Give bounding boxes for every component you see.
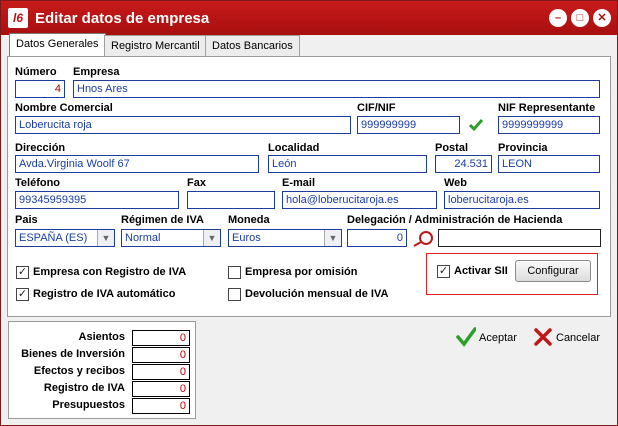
devolucion-mensual-label: Devolución mensual de IVA [245,288,389,300]
chevron-down-icon[interactable]: ▼ [203,230,220,246]
empresa-registro-iva-checkbox[interactable]: ✓ [16,266,29,279]
app-logo-icon: l6 [8,8,28,28]
web-label: Web [444,177,468,189]
nif-representante-field[interactable]: 9999999999 [498,116,600,134]
empresa-omision-label: Empresa por omisión [245,266,358,278]
count-value: 0 [132,364,190,380]
count-label: Asientos [78,331,125,343]
postal-label: Postal [435,142,469,154]
telefono-label: Teléfono [15,177,61,189]
chevron-down-icon[interactable]: ▼ [97,230,114,246]
restore-icon[interactable]: □ [571,9,589,27]
email-field[interactable]: hola@loberucitaroja.es [282,191,437,209]
empresa-registro-iva-label: Empresa con Registro de IVA [33,266,187,278]
empresa-label: Empresa [73,66,120,78]
email-label: E-mail [282,177,316,189]
activar-sii-label: Activar SII [454,265,508,277]
fax-field[interactable] [187,191,275,209]
telefono-field[interactable]: 99345959395 [15,191,179,209]
count-value: 0 [132,398,190,414]
numero-field[interactable]: 4 [15,80,65,98]
pais-label: Pais [15,214,38,226]
tab-registro-mercantil[interactable]: Registro Mercantil [104,35,207,56]
close-icon[interactable]: ✕ [593,9,611,27]
regimen-iva-value: Normal [125,232,161,244]
chevron-down-icon[interactable]: ▼ [324,230,341,246]
localidad-label: Localidad [268,142,320,154]
delegacion-name-field[interactable] [438,229,601,247]
numero-label: Número [15,66,57,78]
delegacion-code-field[interactable]: 0 [347,229,407,247]
localidad-field[interactable]: León [268,155,427,173]
count-value: 0 [132,347,190,363]
cif-valid-check-icon [468,119,484,132]
tab-datos-generales[interactable]: Datos Generales [9,33,106,56]
direccion-label: Dirección [15,142,66,154]
moneda-value: Euros [232,232,261,244]
tab-datos-bancarios[interactable]: Datos Bancarios [205,35,300,56]
regimen-iva-select[interactable]: Normal ▼ [121,229,221,247]
accept-label: Aceptar [479,332,517,344]
web-field[interactable]: loberucitaroja.es [444,191,600,209]
accept-button[interactable]: Aceptar [456,327,526,349]
cancel-label: Cancelar [556,332,601,344]
empresa-omision-checkbox[interactable] [228,266,241,279]
cross-icon [534,328,552,346]
registro-iva-auto-checkbox[interactable]: ✓ [16,288,29,301]
empresa-field[interactable]: Hnos Ares [73,80,600,98]
postal-field[interactable]: 24.531 [435,155,492,173]
nombre-comercial-field[interactable]: Loberucita roja [15,116,351,134]
count-label: Presupuestos [52,399,125,411]
configurar-button[interactable]: Configurar [515,260,591,282]
nombre-comercial-label: Nombre Comercial [15,102,113,114]
cancel-button[interactable]: Cancelar [533,327,608,349]
delegacion-label: Delegación / Administración de Hacienda [347,214,563,226]
dialog-window: l6 Editar datos de empresa – □ ✕ Datos G… [0,0,618,426]
checkmark-icon [456,327,476,347]
count-label: Registro de IVA [43,382,125,394]
direccion-field[interactable]: Avda.Virginia Woolf 67 [15,155,259,173]
cif-field[interactable]: 999999999 [357,116,460,134]
provincia-field[interactable]: LEON [498,155,600,173]
count-label: Efectos y recibos [33,365,125,377]
registro-iva-auto-label: Registro de IVA automático [33,288,176,300]
window-title: Editar datos de empresa [35,10,210,27]
fax-label: Fax [187,177,206,189]
cif-label: CIF/NIF [357,102,396,114]
title-bar: l6 Editar datos de empresa – □ ✕ [1,1,617,35]
pais-select[interactable]: ESPAÑA (ES) ▼ [15,229,115,247]
activar-sii-checkbox[interactable]: ✓ [437,265,450,278]
moneda-select[interactable]: Euros ▼ [228,229,342,247]
count-value: 0 [132,381,190,397]
regimen-iva-label: Régimen de IVA [121,214,204,226]
count-value: 0 [132,330,190,346]
provincia-label: Provincia [498,142,548,154]
count-label: Bienes de Inversión [21,348,125,360]
moneda-label: Moneda [228,214,270,226]
devolucion-mensual-checkbox[interactable] [228,288,241,301]
nif-representante-label: NIF Representante [498,102,596,114]
minimize-icon[interactable]: – [549,9,567,27]
pais-value: ESPAÑA (ES) [19,232,88,244]
record-counts-panel: Asientos 0 Bienes de Inversión 0 Efectos… [8,321,196,419]
search-icon[interactable] [411,230,435,248]
